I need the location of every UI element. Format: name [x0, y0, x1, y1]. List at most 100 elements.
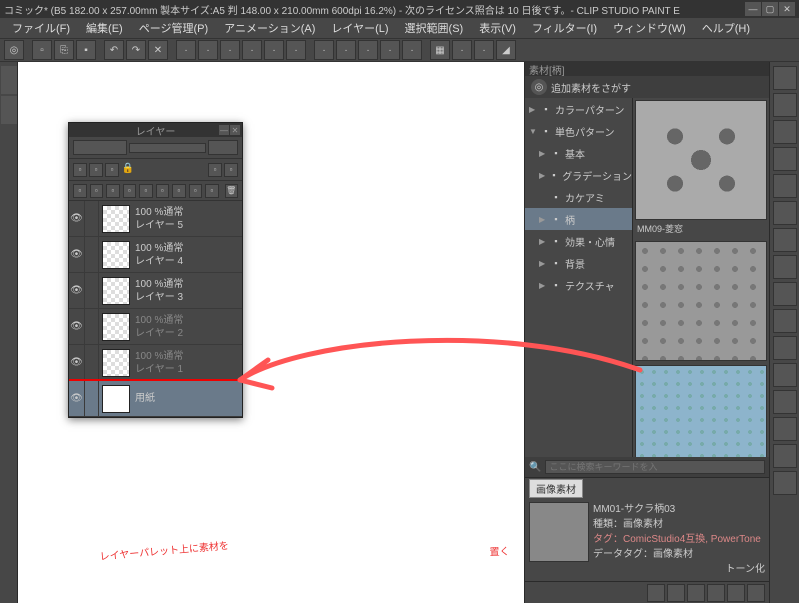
- menu-window[interactable]: ウィンドウ(W): [605, 18, 694, 38]
- dock-btn[interactable]: [773, 336, 797, 360]
- tree-item[interactable]: ▶ ▪ 柄: [525, 208, 632, 230]
- tree-item[interactable]: ▶ ▪ 効果・心情: [525, 230, 632, 252]
- layer-meta[interactable]: [85, 273, 99, 308]
- dock-btn[interactable]: [773, 201, 797, 225]
- visibility-icon[interactable]: 👁: [69, 237, 85, 272]
- dock-btn[interactable]: [773, 174, 797, 198]
- layer-meta[interactable]: [85, 381, 99, 416]
- trash-icon[interactable]: [747, 584, 765, 602]
- lock-icon[interactable]: ▫: [89, 163, 103, 177]
- layer-row[interactable]: 👁 100 %通常 レイヤー 4: [69, 237, 242, 273]
- layer-btn[interactable]: ▫: [208, 163, 222, 177]
- tree-item[interactable]: ▪ カケアミ: [525, 186, 632, 208]
- dock-btn[interactable]: [773, 66, 797, 90]
- layer-btn[interactable]: ▫: [189, 184, 203, 198]
- tool-icon[interactable]: ·: [198, 40, 218, 60]
- close-button[interactable]: ✕: [779, 2, 795, 16]
- redo-icon[interactable]: ↷: [126, 40, 146, 60]
- minimize-button[interactable]: —: [745, 2, 761, 16]
- csp-logo-icon[interactable]: ◎: [4, 40, 24, 60]
- tool-icon[interactable]: ·: [336, 40, 356, 60]
- visibility-icon[interactable]: 👁: [69, 309, 85, 344]
- menu-view[interactable]: 表示(V): [471, 18, 524, 38]
- tag-button[interactable]: 画像素材: [529, 479, 583, 498]
- tool-icon[interactable]: ·: [380, 40, 400, 60]
- opacity-value[interactable]: [208, 140, 238, 155]
- opacity-slider[interactable]: [129, 143, 206, 153]
- new-icon[interactable]: ▫: [32, 40, 52, 60]
- layer-btn[interactable]: ▫: [139, 184, 153, 198]
- layer-btn[interactable]: ▫: [205, 184, 219, 198]
- dock-btn[interactable]: [773, 255, 797, 279]
- layer-meta[interactable]: [85, 309, 99, 344]
- material-tab[interactable]: 素材[柄]: [525, 62, 769, 76]
- mat-tool-icon[interactable]: [727, 584, 745, 602]
- layer-btn[interactable]: ▫: [224, 163, 238, 177]
- layer-meta[interactable]: [85, 201, 99, 236]
- lock-icon[interactable]: ▫: [105, 163, 119, 177]
- tool-icon[interactable]: ·: [286, 40, 306, 60]
- dock-tab[interactable]: [1, 96, 17, 124]
- assist-icon[interactable]: ◢: [496, 40, 516, 60]
- lock-icon[interactable]: ▫: [73, 163, 87, 177]
- layer-row[interactable]: 👁 100 %通常 レイヤー 1: [69, 345, 242, 381]
- menu-edit[interactable]: 編集(E): [78, 18, 131, 38]
- tool-icon[interactable]: ·: [474, 40, 494, 60]
- layer-row[interactable]: 👁 用紙: [69, 381, 242, 417]
- palette-minimize-icon[interactable]: —: [219, 125, 229, 135]
- new-layer-icon[interactable]: ▫: [73, 184, 87, 198]
- menu-help[interactable]: ヘルプ(H): [694, 18, 758, 38]
- menu-selection[interactable]: 選択範囲(S): [397, 18, 472, 38]
- layer-meta[interactable]: [85, 345, 99, 380]
- maximize-button[interactable]: ▢: [762, 2, 778, 16]
- layer-meta[interactable]: [85, 237, 99, 272]
- layer-row[interactable]: 👁 100 %通常 レイヤー 2: [69, 309, 242, 345]
- dock-btn[interactable]: [773, 228, 797, 252]
- dock-btn[interactable]: [773, 282, 797, 306]
- layer-btn[interactable]: ▫: [106, 184, 120, 198]
- new-folder-icon[interactable]: ▫: [90, 184, 104, 198]
- delete-icon[interactable]: ✕: [148, 40, 168, 60]
- blend-mode-select[interactable]: [73, 140, 127, 155]
- dock-btn[interactable]: [773, 390, 797, 414]
- menu-filter[interactable]: フィルター(I): [524, 18, 605, 38]
- tree-item[interactable]: ▶ ▪ グラデーション: [525, 164, 632, 186]
- layer-row[interactable]: 👁 100 %通常 レイヤー 5: [69, 201, 242, 237]
- dock-btn[interactable]: [773, 93, 797, 117]
- dock-tab[interactable]: [1, 66, 17, 94]
- dock-btn[interactable]: [773, 309, 797, 333]
- layer-row[interactable]: 👁 100 %通常 レイヤー 3: [69, 273, 242, 309]
- material-thumb[interactable]: [633, 239, 769, 363]
- menu-file[interactable]: ファイル(F): [4, 18, 78, 38]
- mat-tool-icon[interactable]: [687, 584, 705, 602]
- dock-btn[interactable]: [773, 147, 797, 171]
- grid-icon[interactable]: ▦: [430, 40, 450, 60]
- tool-icon[interactable]: ·: [264, 40, 284, 60]
- menu-animation[interactable]: アニメーション(A): [216, 18, 323, 38]
- material-thumb[interactable]: MM01-トルコキキョウ柄: [633, 363, 769, 457]
- layer-btn[interactable]: ▫: [123, 184, 137, 198]
- tree-item[interactable]: ▶ ▪ テクスチャ: [525, 274, 632, 296]
- open-icon[interactable]: ⎘: [54, 40, 74, 60]
- tool-icon[interactable]: ·: [358, 40, 378, 60]
- tree-item[interactable]: ▶ ▪ 基本: [525, 142, 632, 164]
- mat-tool-icon[interactable]: [667, 584, 685, 602]
- dock-btn[interactable]: [773, 363, 797, 387]
- visibility-icon[interactable]: 👁: [69, 201, 85, 236]
- tool-icon[interactable]: ·: [314, 40, 334, 60]
- layer-palette-titlebar[interactable]: レイヤー — ✕: [69, 123, 242, 137]
- visibility-icon[interactable]: 👁: [69, 273, 85, 308]
- trash-icon[interactable]: 🗑: [225, 184, 239, 198]
- tool-icon[interactable]: ·: [242, 40, 262, 60]
- layer-btn[interactable]: ▫: [172, 184, 186, 198]
- lock-all-icon[interactable]: 🔒: [121, 163, 135, 177]
- material-search-input[interactable]: [545, 460, 765, 474]
- save-icon[interactable]: ▪: [76, 40, 96, 60]
- tool-icon[interactable]: ·: [452, 40, 472, 60]
- mat-tool-icon[interactable]: [647, 584, 665, 602]
- visibility-icon[interactable]: 👁: [69, 345, 85, 380]
- mat-tool-icon[interactable]: [707, 584, 725, 602]
- dock-btn[interactable]: [773, 444, 797, 468]
- tool-icon[interactable]: ·: [402, 40, 422, 60]
- tree-item[interactable]: ▼ ▪ 単色パターン: [525, 120, 632, 142]
